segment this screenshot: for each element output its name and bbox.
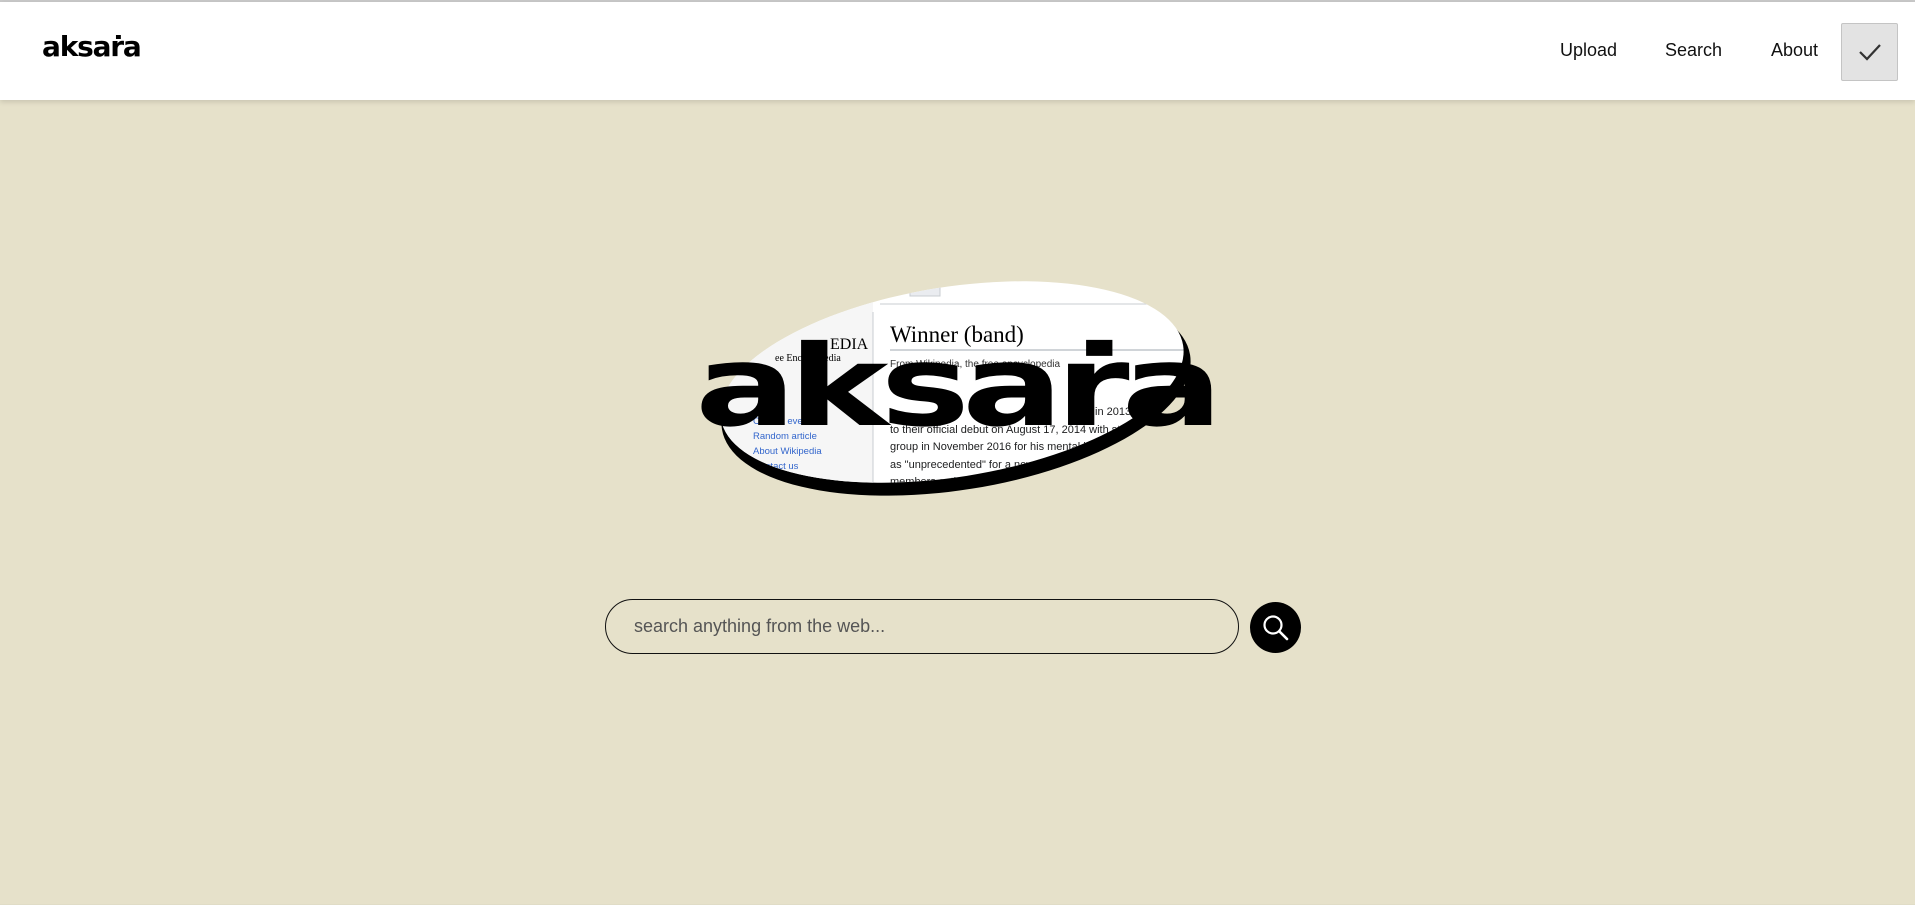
top-navbar: aksaṙa Upload Search About — [0, 2, 1915, 100]
mode-toggle-button[interactable] — [1841, 23, 1898, 81]
wiki-article-line: As of March 20 — [890, 517, 964, 529]
search-submit-button[interactable] — [1250, 602, 1301, 653]
nav-upload-link[interactable]: Upload — [1560, 40, 1617, 61]
hero-logo-graphic: EDIA ee Encyclopedia Current events Rand… — [695, 272, 1221, 529]
nav-search-link[interactable]: Search — [1665, 40, 1722, 61]
wiki-article-line: titles "Trust and Listen" alongsid — [890, 494, 1046, 506]
nav-about-link[interactable]: About — [1771, 40, 1818, 61]
hero-logo: EDIA ee Encyclopedia Current events Rand… — [690, 272, 1230, 547]
wiki-sidebar-section: ntribute — [762, 506, 792, 516]
checkmark-icon — [1858, 44, 1881, 61]
magnifier-icon — [1262, 614, 1288, 640]
brand-logo[interactable]: aksaṙa — [42, 30, 142, 63]
search-input[interactable] — [605, 599, 1239, 654]
hero-logo-wordmark: aksaṙa — [695, 322, 1215, 452]
